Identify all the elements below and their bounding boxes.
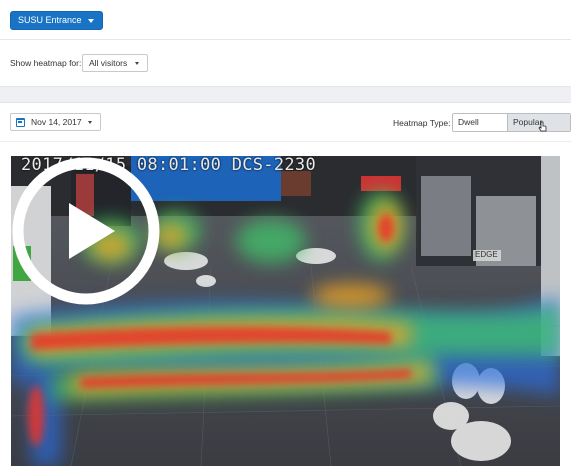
filter-bar: Show heatmap for: All visitors <box>0 40 571 87</box>
chevron-down-icon <box>135 61 140 65</box>
pointer-cursor-icon <box>538 121 547 132</box>
dwell-areas-button[interactable]: Dwell areas <box>453 114 508 131</box>
chevron-down-icon <box>87 18 94 23</box>
visitor-filter-select[interactable]: All visitors <box>82 54 149 72</box>
chevron-down-icon <box>87 120 92 124</box>
visitor-filter-value: All visitors <box>89 58 128 68</box>
date-picker[interactable]: Nov 14, 2017 <box>10 113 101 131</box>
edge-sign-label: EDGE <box>475 250 498 259</box>
calendar-icon <box>16 117 25 127</box>
section-divider <box>0 87 571 103</box>
heatmap-type-label: Heatmap Type: <box>393 118 451 128</box>
date-value: Nov 14, 2017 <box>31 117 82 127</box>
location-dropdown-button[interactable]: SUSU Entrance <box>10 11 103 30</box>
heatmap-toolbar: Nov 14, 2017 Heatmap Type: Dwell areas P… <box>0 103 571 142</box>
play-icon[interactable] <box>11 156 161 306</box>
location-button-label: SUSU Entrance <box>18 15 82 25</box>
video-player[interactable]: EDGE 2017/11/15 08:01:00 DCS-2230 <box>11 156 560 466</box>
heatmap-type-toggle: Dwell areas Popular paths <box>452 113 571 132</box>
show-heatmap-label: Show heatmap for: <box>10 58 82 68</box>
top-bar: SUSU Entrance <box>0 0 571 40</box>
